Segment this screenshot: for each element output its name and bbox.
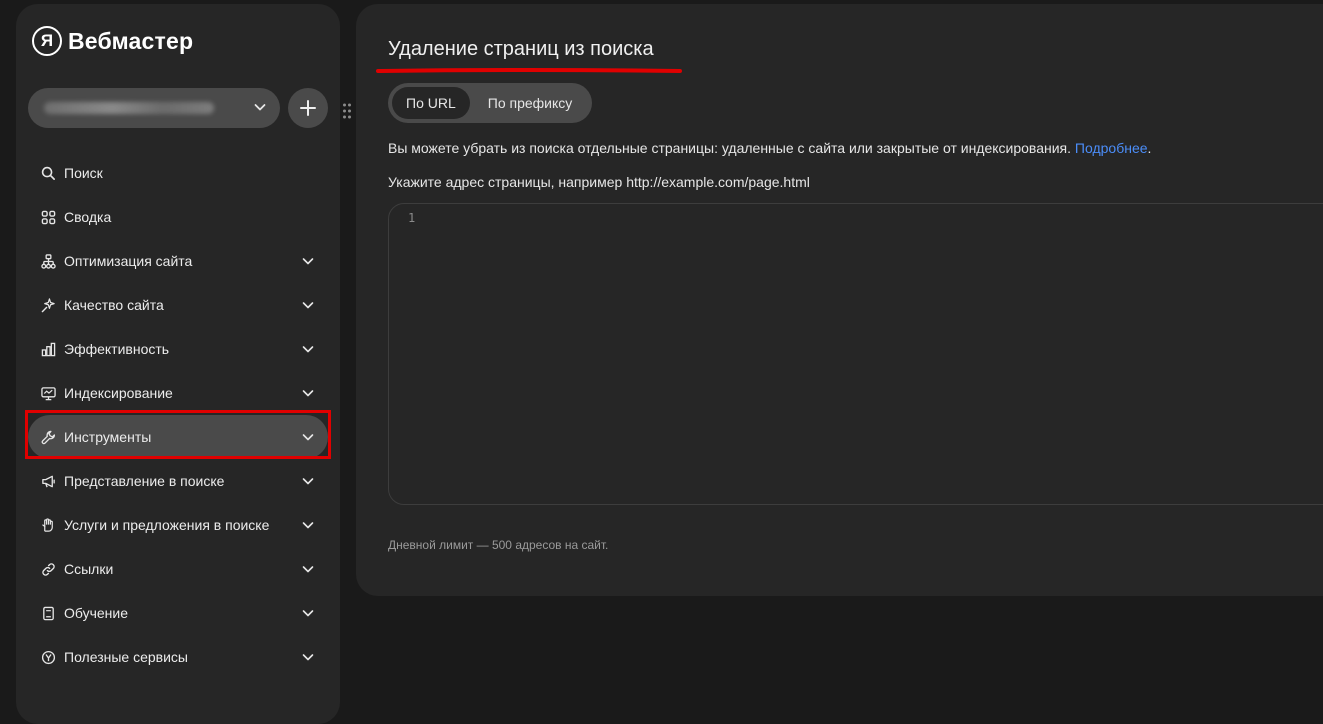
sidebar-item-summary[interactable]: Сводка [28,195,328,239]
sidebar-item-label: Сводка [64,209,112,225]
chevron-down-icon [302,522,314,529]
add-site-button[interactable] [288,88,328,128]
sidebar-item-label: Представление в поиске [64,473,225,489]
sidebar-item-indexing[interactable]: Индексирование [28,371,328,415]
wrench-icon [40,429,56,445]
plus-icon [300,100,316,116]
sidebar-item-learning[interactable]: Обучение [28,591,328,635]
sidebar-item-site-optimization[interactable]: Оптимизация сайта [28,239,328,283]
hand-icon [40,517,56,533]
yandex-logo-icon: Я [32,26,62,56]
sidebar-item-label: Качество сайта [64,297,164,313]
monitor-icon [40,385,56,401]
daily-limit-note: Дневной лимит — 500 адресов на сайт. [388,538,609,552]
sidebar-item-label: Индексирование [64,385,173,401]
sidebar-item-efficiency[interactable]: Эффективность [28,327,328,371]
dashboard-icon [40,209,56,225]
sitemap-icon [40,253,56,269]
description-text: Вы можете убрать из поиска отдельные стр… [388,140,1072,156]
sidebar-item-services-offers[interactable]: Услуги и предложения в поиске [28,503,328,547]
sidebar-nav: Поиск Сводка Оптимизация сайта Качество … [28,151,328,679]
sidebar-item-label: Инструменты [64,429,152,445]
search-icon [40,165,56,181]
sidebar-item-label: Поиск [64,165,103,181]
bar-chart-icon [40,341,56,357]
sidebar-item-search[interactable]: Поиск [28,151,328,195]
sidebar-item-links[interactable]: Ссылки [28,547,328,591]
chevron-down-icon [302,346,314,353]
removal-mode-tabs: По URL По префиксу [388,83,593,123]
chevron-down-icon [302,566,314,573]
chevron-down-icon [302,302,314,309]
url-input[interactable] [433,208,1323,492]
description: Вы можете убрать из поиска отдельные стр… [388,140,1151,156]
site-selector[interactable] [28,88,280,128]
title-underline-annotation [376,68,682,73]
chevron-down-icon [302,258,314,265]
chevron-down-icon [302,478,314,485]
sidebar-item-useful-services[interactable]: Полезные сервисы [28,635,328,679]
sidebar-item-label: Эффективность [64,341,170,357]
url-editor[interactable]: 1 [388,203,1323,505]
sidebar-item-search-appearance[interactable]: Представление в поиске [28,459,328,503]
chevron-down-icon [302,434,314,441]
book-icon [40,605,56,621]
url-hint: Укажите адрес страницы, например http://… [388,174,810,190]
sidebar-item-site-quality[interactable]: Качество сайта [28,283,328,327]
sidebar-item-label: Полезные сервисы [64,649,188,665]
sparkle-icon [40,297,56,313]
more-link[interactable]: Подробнее [1075,140,1148,156]
sidebar-item-tools[interactable]: Инструменты [28,415,328,459]
sidebar-item-label: Обучение [64,605,129,621]
logo-text: Вебмастер [68,27,194,54]
sidebar-item-label: Услуги и предложения в поиске [64,517,270,533]
main-panel: Удаление страниц из поиска По URL По пре… [356,4,1323,596]
link-icon [40,561,56,577]
megaphone-icon [40,473,56,489]
sidebar-item-label: Оптимизация сайта [64,253,193,269]
chevron-down-icon [254,104,266,111]
description-suffix: . [1147,140,1152,156]
sidebar: Я Вебмастер Поиск Сводка Оптимизация сай… [16,4,351,724]
line-number: 1 [408,211,416,225]
page-title: Удаление страниц из поиска [388,38,654,60]
chevron-down-icon [302,654,314,661]
sidebar-item-label: Ссылки [64,561,114,577]
services-icon [40,649,56,665]
site-name-blurred [44,102,214,114]
tab-by-prefix[interactable]: По префиксу [470,87,589,119]
chevron-down-icon [302,390,314,397]
drag-handle-icon[interactable] [342,102,352,120]
chevron-down-icon [302,610,314,617]
logo[interactable]: Я Вебмастер [32,26,193,56]
tab-by-url[interactable]: По URL [392,87,470,119]
